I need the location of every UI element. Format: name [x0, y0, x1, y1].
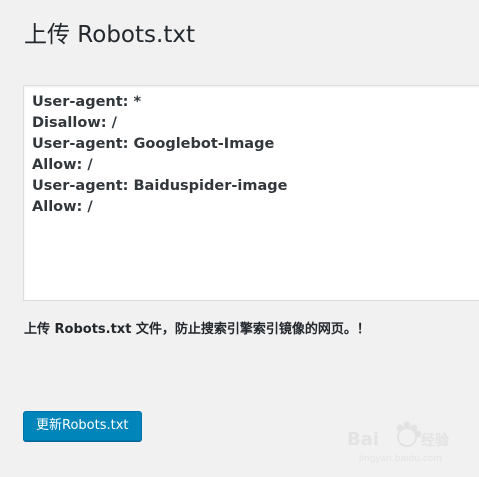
- page-title: 上传 Robots.txt: [24, 22, 195, 48]
- editor-line: User-agent: Baiduspider-image: [32, 178, 288, 194]
- editor-line: Allow: /: [32, 157, 93, 173]
- svg-text:jingyan.baidu.com: jingyan.baidu.com: [358, 454, 442, 464]
- editor-line: User-agent: Googlebot-Image: [32, 136, 275, 152]
- editor-line: Allow: /: [32, 199, 93, 215]
- editor-line: User-agent: *: [32, 94, 142, 110]
- help-text: 上传 Robots.txt 文件，防止搜索引擎索引镜像的网页。！: [24, 322, 370, 337]
- robots-textarea[interactable]: User-agent: * Disallow: / User-agent: Go…: [23, 85, 479, 301]
- editor-line: Disallow: /: [32, 115, 117, 131]
- svg-text:经验: 经验: [421, 432, 450, 449]
- baidu-watermark-logo: Bai 经验 jingyan.baidu.com: [347, 421, 450, 464]
- svg-text:Bai: Bai: [347, 429, 379, 450]
- update-robots-button[interactable]: 更新Robots.txt: [23, 411, 142, 441]
- settings-page: 上传 Robots.txt User-agent: * Disallow: / …: [0, 0, 479, 477]
